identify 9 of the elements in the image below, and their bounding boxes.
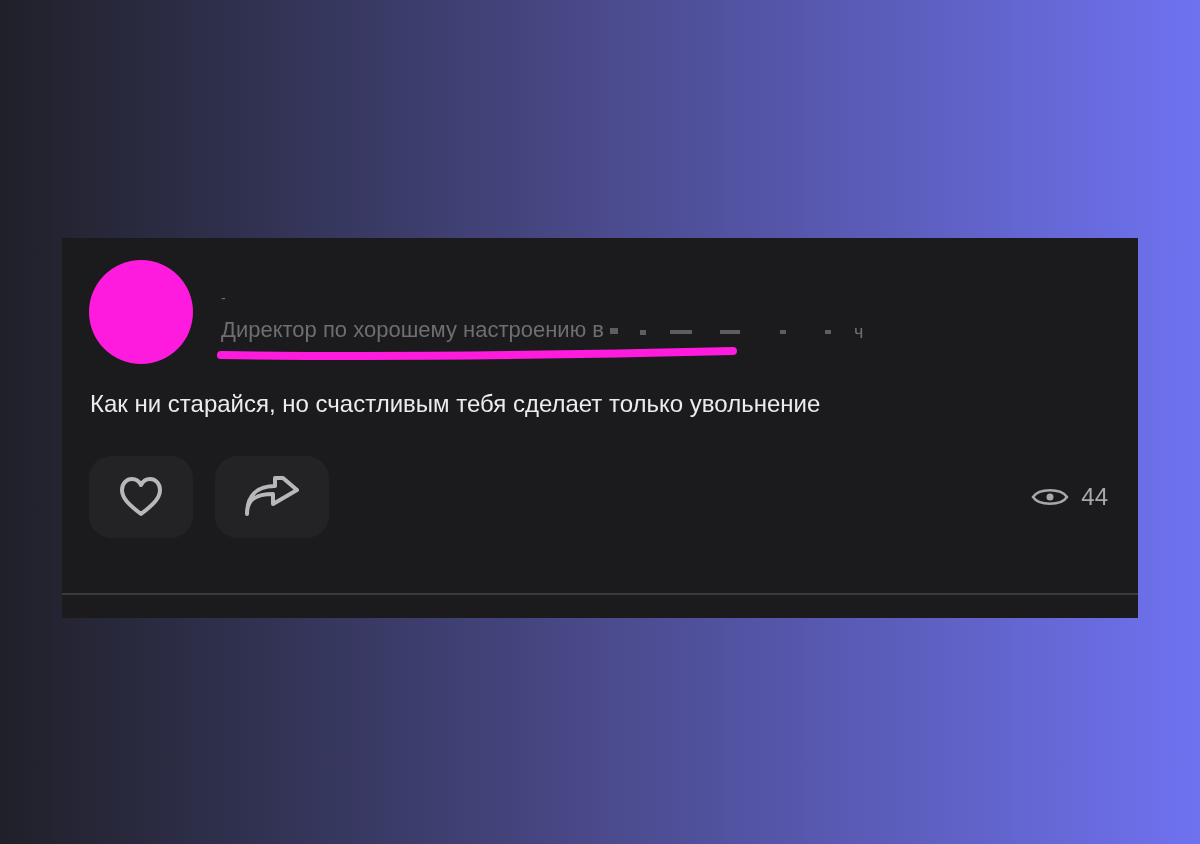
author-name: - [221, 289, 226, 308]
share-button[interactable] [215, 456, 329, 538]
heart-icon [118, 476, 164, 518]
view-count: 44 [1081, 482, 1108, 512]
share-arrow-icon [243, 476, 301, 518]
post-text: Как ни старайся, но счастливым тебя сделает только увольнение [90, 389, 821, 419]
like-button[interactable] [89, 456, 193, 538]
author-subtitle-end: ч [853, 321, 864, 344]
author-subtitle: Директор по хорошему настроению в [221, 316, 604, 344]
